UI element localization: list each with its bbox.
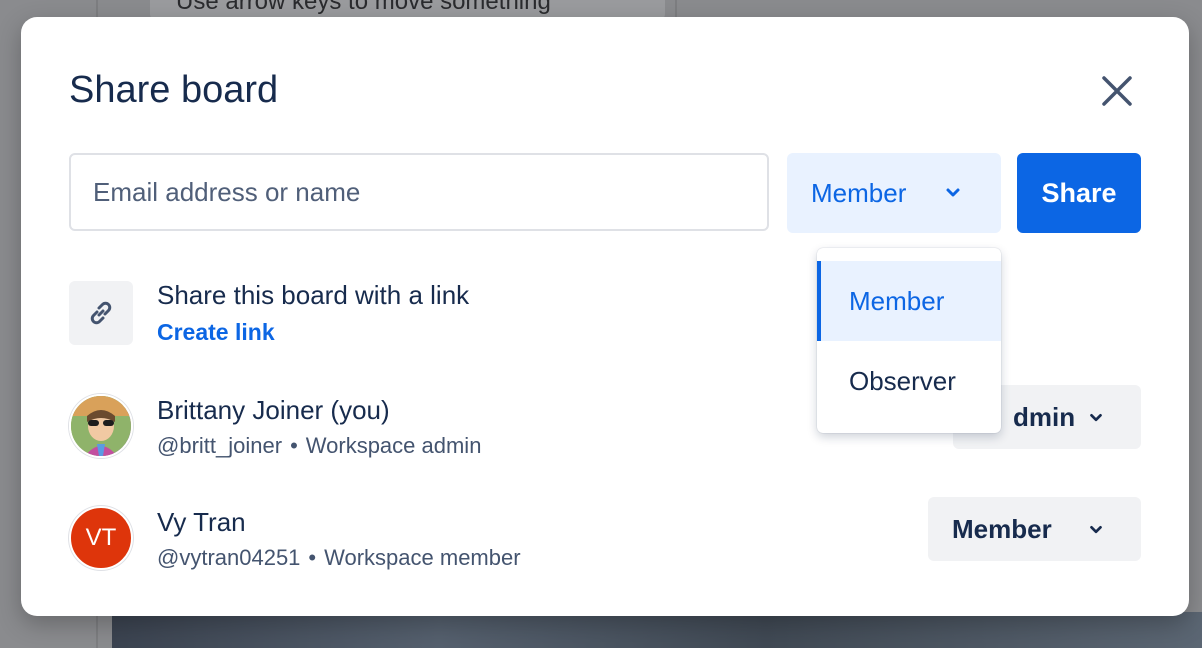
member-username: @vytran04251 <box>157 545 301 570</box>
email-or-name-input[interactable] <box>69 153 769 231</box>
separator: • <box>308 545 317 570</box>
separator: • <box>290 433 298 458</box>
invite-role-select[interactable]: Member <box>787 153 1001 233</box>
chevron-down-icon <box>946 188 960 197</box>
link-icon-tile <box>69 281 133 345</box>
member-role-description: Workspace member <box>324 545 521 570</box>
role-dropdown-menu: Member Observer <box>817 248 1001 433</box>
role-option-observer[interactable]: Observer <box>817 341 1001 421</box>
close-icon <box>1102 76 1132 106</box>
invite-role-label: Member <box>811 177 907 208</box>
member-username: @britt_joiner <box>157 433 283 458</box>
role-option-member[interactable]: Member <box>817 261 1001 341</box>
member-permission-label: Member <box>952 513 1052 544</box>
member-name: Vy Tran <box>157 507 246 537</box>
background-card-text: Use arrow keys to move something <box>176 0 551 15</box>
share-button[interactable]: Share <box>1017 153 1141 233</box>
dialog-title: Share board <box>69 69 279 111</box>
link-icon <box>90 301 112 325</box>
share-board-dialog: Share board Member Share Share this boar… <box>21 17 1189 616</box>
avatar-photo-icon <box>71 396 131 456</box>
member-details: @britt_joiner • Workspace admin <box>157 433 481 459</box>
create-link-button[interactable]: Create link <box>157 319 275 346</box>
avatar: VT <box>69 506 133 570</box>
avatar <box>69 394 133 458</box>
member-role-description: Workspace admin <box>305 433 482 458</box>
close-button[interactable] <box>1095 69 1139 113</box>
member-name: Brittany Joiner (you) <box>157 395 390 425</box>
chevron-down-icon <box>1090 413 1102 422</box>
member-permission-button[interactable]: Member <box>928 497 1141 561</box>
member-details: @vytran04251 • Workspace member <box>157 545 521 571</box>
share-link-title: Share this board with a link <box>157 280 470 310</box>
chevron-down-icon <box>1090 525 1102 534</box>
background-image <box>112 612 1202 648</box>
